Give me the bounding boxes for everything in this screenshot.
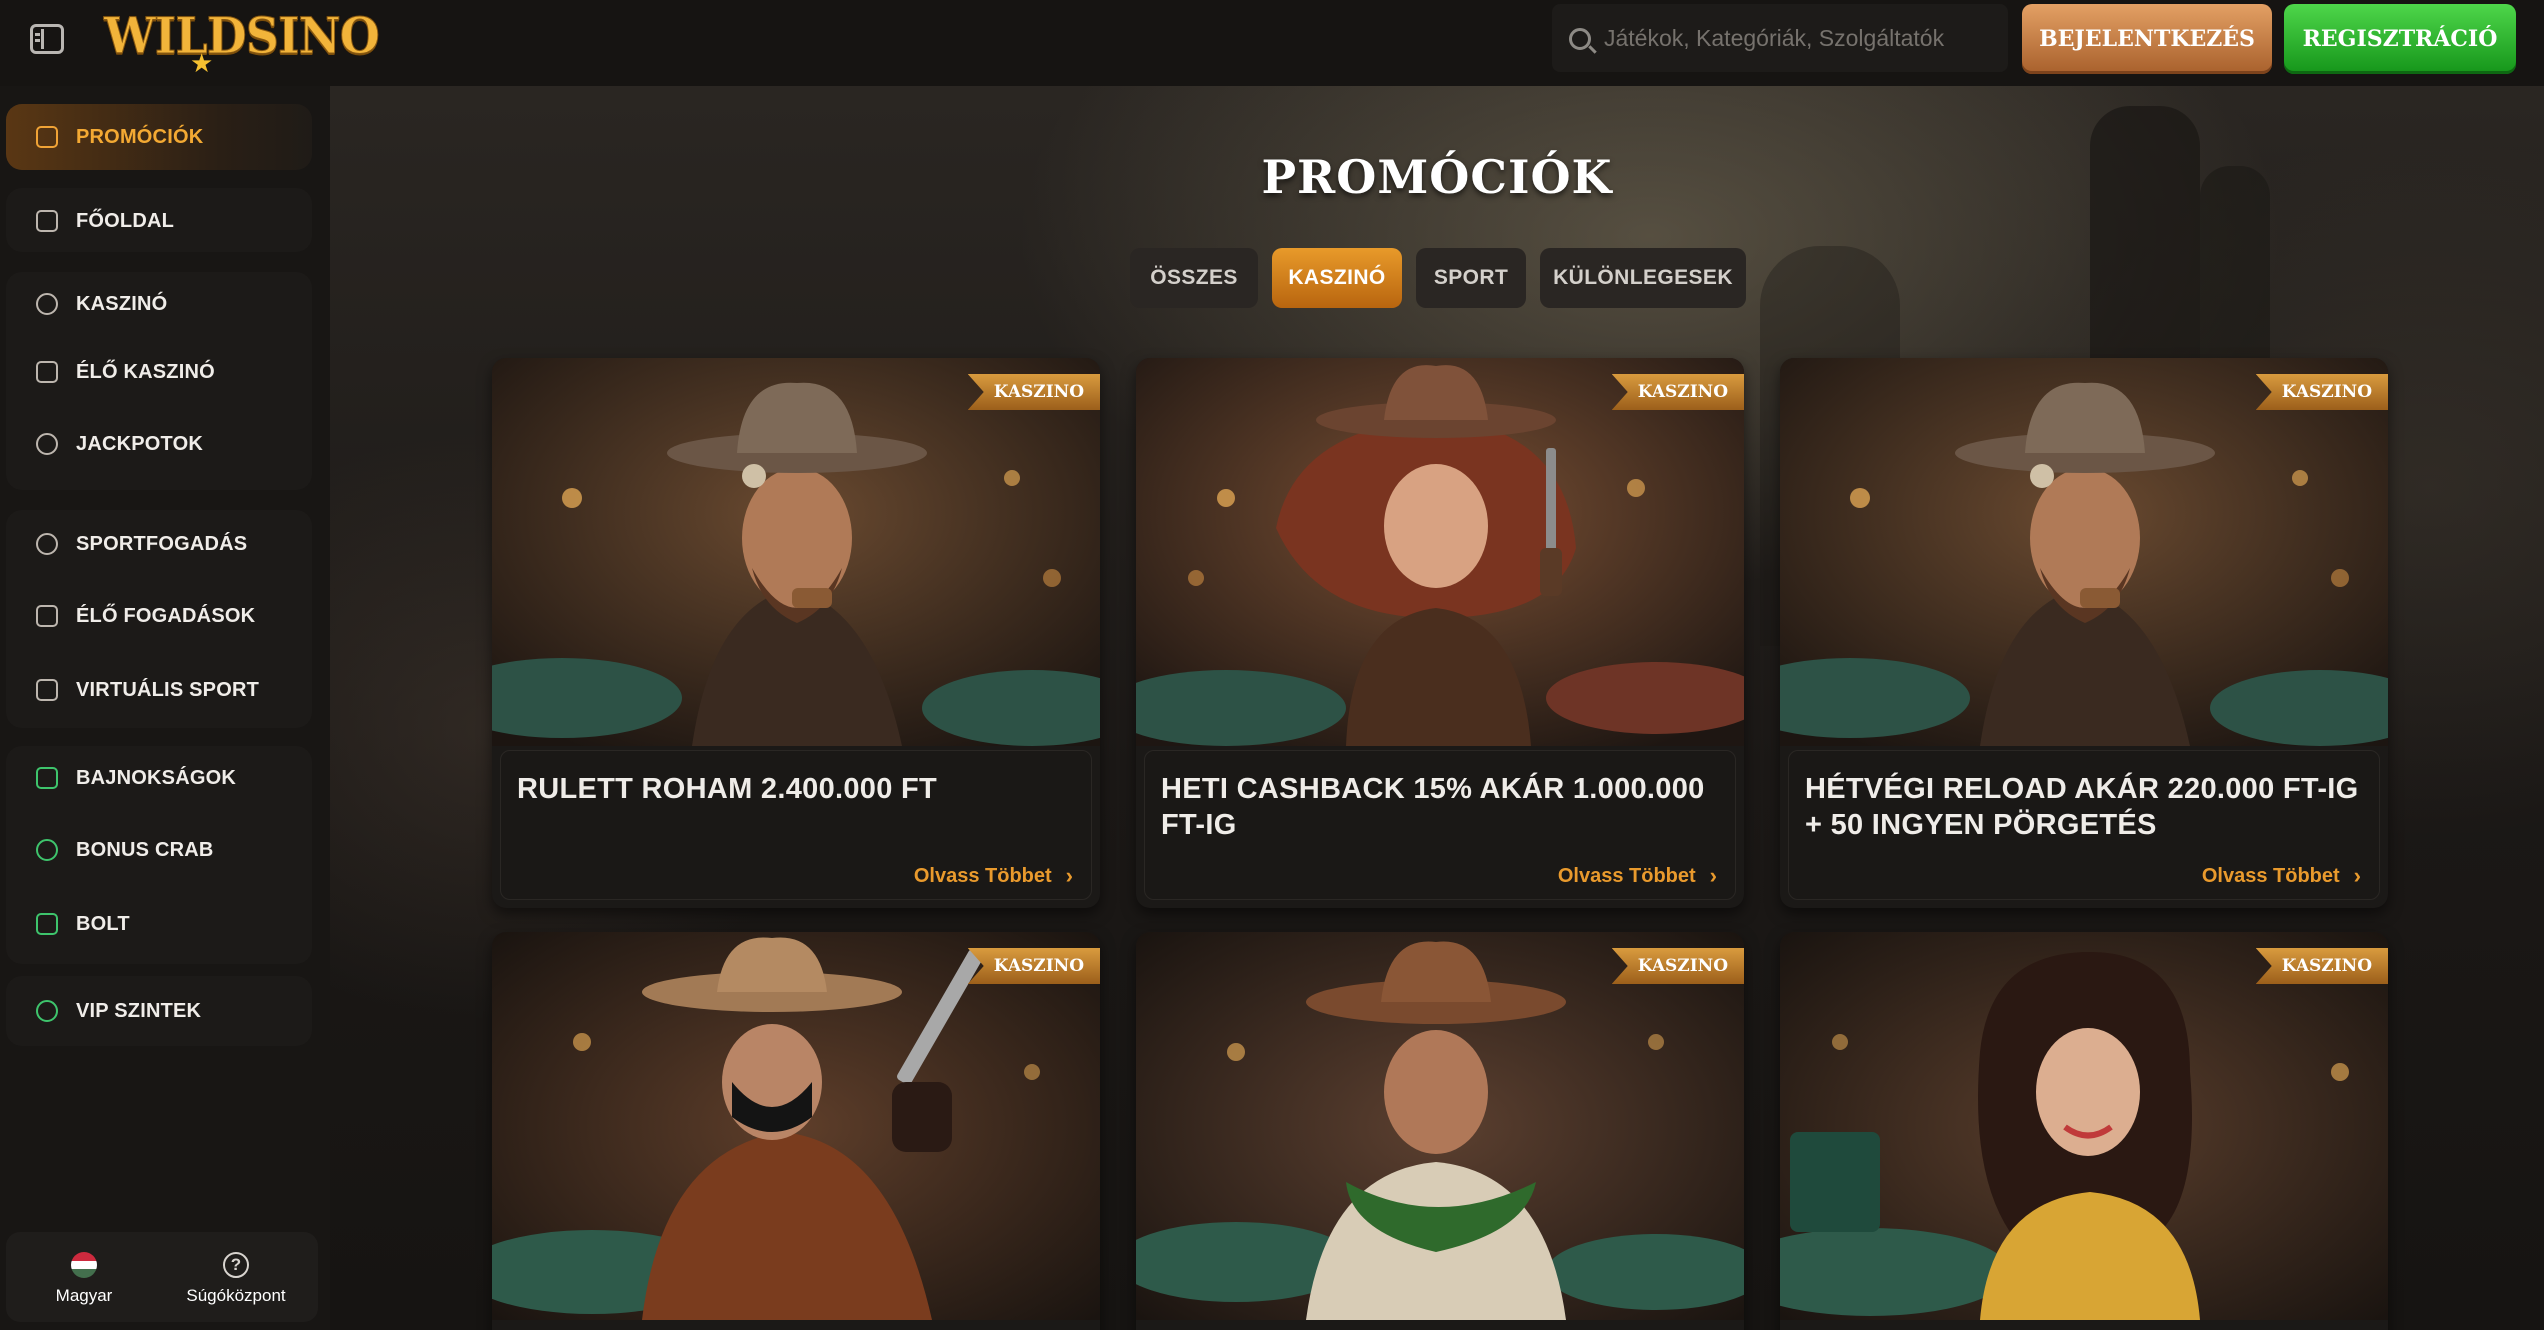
promo-card[interactable]: KASZINO HÉTVÉGI RELOAD AKÁR 220.000 FT-I… bbox=[1780, 358, 2388, 908]
category-badge: KASZINO bbox=[967, 374, 1100, 410]
help-label: Súgóközpont bbox=[186, 1286, 286, 1305]
read-more-label: Olvass Többet bbox=[2201, 864, 2340, 887]
promo-card[interactable]: KASZINO bbox=[1780, 932, 2388, 1330]
chevron-right-icon: › bbox=[2353, 863, 2361, 888]
login-button[interactable]: BEJELENTKEZÉS bbox=[2022, 4, 2272, 74]
sidebar-item-kaszino[interactable]: KASZINÓ bbox=[6, 280, 312, 328]
tab-sport[interactable]: SPORT bbox=[1416, 248, 1526, 308]
category-badge: KASZINO bbox=[2255, 374, 2388, 410]
promo-card[interactable]: KASZINO bbox=[492, 932, 1100, 1330]
promo-card[interactable]: KASZINO HETI CASHBACK 15% AKÁR 1.000.000… bbox=[1136, 358, 1744, 908]
sidebar-item-label: BAJNOKSÁGOK bbox=[76, 766, 236, 789]
sidebar-item-label: KASZINÓ bbox=[76, 292, 168, 315]
wildsino-logo[interactable]: WILDSINO ★ bbox=[104, 4, 381, 79]
vip-crown-icon bbox=[36, 1000, 58, 1022]
promo-image-woman-yellow-dress bbox=[1780, 932, 2388, 1320]
soccer-ball-icon bbox=[36, 533, 58, 555]
sidebar-item-fooldal[interactable]: FŐOLDAL bbox=[6, 188, 312, 254]
trophy-icon bbox=[36, 767, 58, 789]
chevron-right-icon: › bbox=[1065, 863, 1073, 888]
sidebar-item-label: VIP SZINTEK bbox=[76, 999, 202, 1022]
language-label: Magyar bbox=[55, 1286, 113, 1305]
sidebar-item-jackpotok[interactable]: JACKPOTOK bbox=[6, 420, 312, 468]
promo-card-body: RULETT ROHAM 2.400.000 FT Olvass Többet … bbox=[500, 750, 1092, 900]
tab-kaszino[interactable]: KASZINÓ bbox=[1272, 248, 1402, 308]
promo-image-cowgirl-revolver bbox=[1136, 358, 1744, 746]
sidebar-item-sportfogadas[interactable]: SPORTFOGADÁS bbox=[6, 520, 312, 568]
jackpot-icon bbox=[36, 433, 58, 455]
promo-image-cowboy-cigar bbox=[1780, 358, 2388, 746]
app-window: WILDSINO ★ BEJELENTKEZÉS REGISZTRÁCIÓ PR… bbox=[0, 0, 2544, 1330]
help-icon: ? bbox=[223, 1252, 249, 1278]
search-box[interactable] bbox=[1552, 4, 2008, 72]
bonus-crab-icon bbox=[36, 839, 58, 861]
tab-kulonlegesek[interactable]: KÜLÖNLEGESEK bbox=[1540, 248, 1746, 308]
sidebar-footer: Magyar ? Súgóközpont bbox=[6, 1232, 318, 1322]
sidebar-toggle-icon[interactable] bbox=[30, 24, 64, 54]
category-badge: KASZINO bbox=[1611, 374, 1744, 410]
gift-icon bbox=[36, 126, 58, 148]
sidebar-item-virtualis-sport[interactable]: VIRTUÁLIS SPORT bbox=[6, 666, 312, 714]
promo-image-cowboy-green-scarf bbox=[1136, 932, 1744, 1320]
shop-icon bbox=[36, 913, 58, 935]
promo-title: RULETT ROHAM 2.400.000 FT bbox=[517, 773, 938, 805]
help-center-link[interactable]: ? Súgóközpont bbox=[166, 1232, 306, 1322]
read-more-label: Olvass Többet bbox=[1557, 864, 1696, 887]
sidebar-item-vip-szintek[interactable]: VIP SZINTEK bbox=[6, 978, 312, 1044]
search-icon bbox=[1569, 28, 1591, 50]
sidebar-item-label: PROMÓCIÓK bbox=[76, 125, 204, 148]
sidebar-item-label: FŐOLDAL bbox=[76, 209, 175, 232]
sidebar-item-label: BONUS CRAB bbox=[76, 838, 214, 861]
page-title: PROMÓCIÓK bbox=[1261, 150, 1613, 204]
tab-osszes[interactable]: ÖSSZES bbox=[1130, 248, 1258, 308]
category-badge: KASZINO bbox=[967, 948, 1100, 984]
search-input[interactable] bbox=[1604, 4, 2000, 72]
live-casino-icon bbox=[36, 361, 58, 383]
promo-image-masked-bandit bbox=[492, 932, 1100, 1320]
sidebar-item-elo-fogadasok[interactable]: ÉLŐ FOGADÁSOK bbox=[6, 592, 312, 640]
sidebar-item-label: BOLT bbox=[76, 912, 130, 935]
hungarian-flag-icon bbox=[71, 1252, 97, 1278]
sidebar-item-label: ÉLŐ KASZINÓ bbox=[76, 360, 215, 383]
promo-card-body: HETI CASHBACK 15% AKÁR 1.000.000 FT-IG O… bbox=[1144, 750, 1736, 900]
sidebar-item-label: ÉLŐ FOGADÁSOK bbox=[76, 604, 256, 627]
category-badge: KASZINO bbox=[2255, 948, 2388, 984]
category-badge: KASZINO bbox=[1611, 948, 1744, 984]
chevron-right-icon: › bbox=[1709, 863, 1717, 888]
language-selector[interactable]: Magyar bbox=[28, 1232, 140, 1322]
sidebar-item-label: SPORTFOGADÁS bbox=[76, 532, 248, 555]
promo-card[interactable]: KASZINO RULETT ROHAM 2.400.000 FT Olvass… bbox=[492, 358, 1100, 908]
sidebar-item-bolt[interactable]: BOLT bbox=[6, 900, 312, 948]
sidebar-item-label: VIRTUÁLIS SPORT bbox=[76, 678, 260, 701]
live-bets-icon bbox=[36, 605, 58, 627]
register-button[interactable]: REGISZTRÁCIÓ bbox=[2284, 4, 2516, 74]
promo-card-body: HÉTVÉGI RELOAD AKÁR 220.000 FT-IG + 50 I… bbox=[1788, 750, 2380, 900]
sidebar-item-promociok[interactable]: PROMÓCIÓK bbox=[6, 104, 312, 170]
sidebar-item-bonus-crab[interactable]: BONUS CRAB bbox=[6, 826, 312, 874]
home-icon bbox=[36, 210, 58, 232]
top-header: WILDSINO ★ BEJELENTKEZÉS REGISZTRÁCIÓ bbox=[0, 0, 2544, 86]
promo-title: HÉTVÉGI RELOAD AKÁR 220.000 FT-IG + 50 I… bbox=[1805, 773, 2359, 841]
read-more-link[interactable]: Olvass Többet › bbox=[1558, 863, 1717, 889]
read-more-label: Olvass Többet bbox=[913, 864, 1052, 887]
sidebar: PROMÓCIÓK FŐOLDAL KASZINÓ ÉLŐ KASZINÓ JA… bbox=[0, 86, 330, 1330]
read-more-link[interactable]: Olvass Többet › bbox=[914, 863, 1073, 889]
promo-image-cowboy-cigar bbox=[492, 358, 1100, 746]
promo-card[interactable]: KASZINO bbox=[1136, 932, 1744, 1330]
sidebar-item-elo-kaszino[interactable]: ÉLŐ KASZINÓ bbox=[6, 348, 312, 396]
sidebar-item-bajnoksagok[interactable]: BAJNOKSÁGOK bbox=[6, 754, 312, 802]
main-content: PROMÓCIÓK ÖSSZES KASZINÓ SPORT KÜLÖNLEGE… bbox=[330, 86, 2544, 1330]
chip-icon bbox=[36, 293, 58, 315]
sidebar-item-label: JACKPOTOK bbox=[76, 432, 204, 455]
read-more-link[interactable]: Olvass Többet › bbox=[2202, 863, 2361, 889]
promo-category-tabs: ÖSSZES KASZINÓ SPORT KÜLÖNLEGESEK bbox=[330, 248, 2544, 312]
logo-star-icon: ★ bbox=[190, 48, 214, 78]
logo-text: WILDSINO bbox=[104, 6, 381, 66]
gamepad-icon bbox=[36, 679, 58, 701]
promo-title: HETI CASHBACK 15% AKÁR 1.000.000 FT-IG bbox=[1161, 773, 1705, 841]
